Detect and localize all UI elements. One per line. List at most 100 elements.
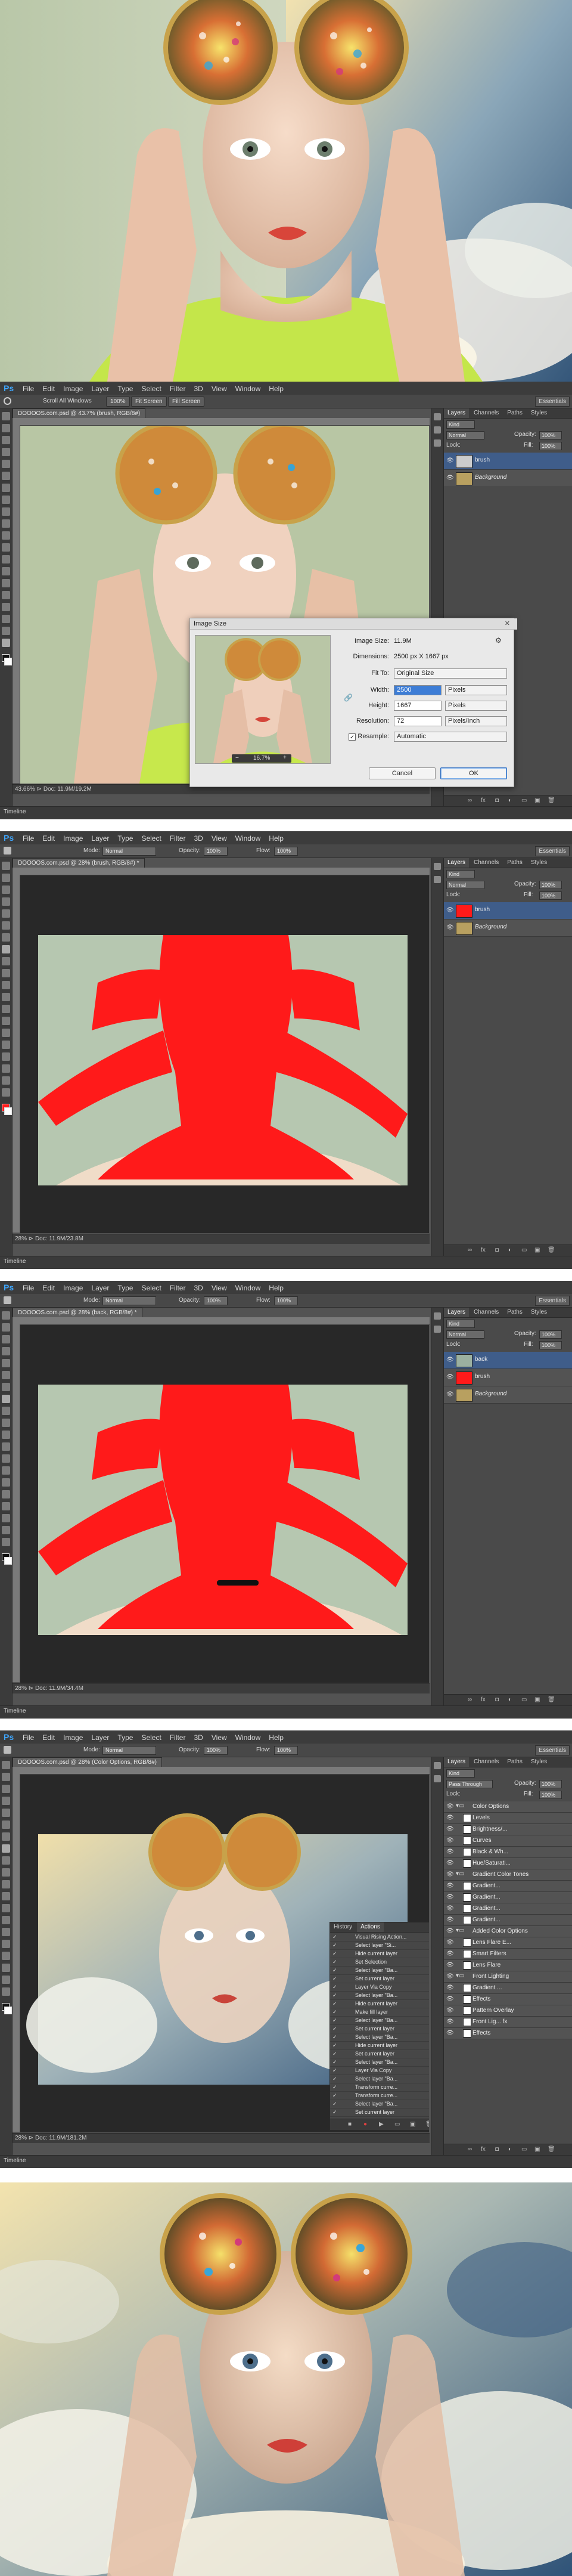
crop-tool-icon[interactable] bbox=[2, 460, 10, 468]
close-icon[interactable]: ✕ bbox=[505, 620, 510, 627]
lasso-tool-icon[interactable] bbox=[2, 436, 10, 444]
blur-tool-icon[interactable] bbox=[2, 555, 10, 564]
pen-tool-icon[interactable] bbox=[2, 1478, 10, 1487]
quick-select-tool-icon[interactable] bbox=[2, 1347, 10, 1355]
check-icon[interactable]: ✓ bbox=[332, 2076, 337, 2082]
menu-view[interactable]: View bbox=[212, 1284, 227, 1292]
resolution-unit-select[interactable]: Pixels/Inch bbox=[445, 716, 507, 726]
hand-tool-icon[interactable] bbox=[2, 1076, 10, 1085]
width-input[interactable]: 2500 bbox=[394, 685, 442, 695]
eye-icon[interactable]: 👁 bbox=[446, 1883, 454, 1889]
check-icon[interactable]: ✓ bbox=[332, 2059, 337, 2066]
width-unit-select[interactable]: Pixels bbox=[445, 685, 507, 695]
folder-icon[interactable]: ▭ bbox=[521, 1247, 527, 1253]
lasso-tool-icon[interactable] bbox=[2, 886, 10, 894]
eyedropper-tool-icon[interactable] bbox=[2, 472, 10, 480]
marquee-tool-icon[interactable] bbox=[2, 1323, 10, 1332]
eye-icon[interactable]: 👁 bbox=[446, 1962, 454, 1968]
trash-icon[interactable]: 🗑 bbox=[425, 2121, 429, 2128]
fx-icon[interactable]: fx bbox=[481, 797, 486, 804]
new-action-icon[interactable]: ▣ bbox=[410, 2121, 415, 2128]
check-icon[interactable]: ✓ bbox=[332, 1976, 337, 1982]
lasso-tool-icon[interactable] bbox=[2, 1335, 10, 1343]
eye-icon[interactable]: 👁 bbox=[446, 1849, 454, 1855]
menu-3d[interactable]: 3D bbox=[194, 834, 203, 843]
layer-row[interactable]: 👁 Black & Wh... bbox=[444, 1847, 572, 1858]
workspace-switcher[interactable]: Essentials bbox=[535, 1296, 570, 1306]
blur-tool-icon[interactable] bbox=[2, 1454, 10, 1463]
layer-row[interactable]: 👁 Pattern Overlay bbox=[444, 2005, 572, 2017]
action-item[interactable]: ✓ Set current layer bbox=[330, 2050, 429, 2058]
canvas[interactable] bbox=[20, 1325, 429, 1683]
eye-icon[interactable]: 👁 bbox=[446, 1803, 454, 1810]
check-icon[interactable]: ✓ bbox=[332, 1950, 337, 1957]
hand-tool-icon[interactable] bbox=[2, 627, 10, 635]
tab-channels[interactable]: Channels bbox=[470, 1757, 502, 1767]
menu-type[interactable]: Type bbox=[117, 834, 133, 843]
height-input[interactable]: 1667 bbox=[394, 701, 442, 711]
mask-icon[interactable]: ◘ bbox=[495, 2146, 499, 2153]
check-icon[interactable]: ✓ bbox=[332, 2034, 337, 2041]
action-item[interactable]: ✓ Select layer "Ba... bbox=[330, 1992, 429, 2000]
move-tool-icon[interactable] bbox=[2, 1761, 10, 1769]
link-icon[interactable]: ∞ bbox=[468, 2146, 472, 2153]
check-icon[interactable]: ✓ bbox=[332, 1934, 337, 1940]
eye-icon[interactable]: 👁 bbox=[446, 475, 454, 481]
layer-row[interactable]: 👁 brush bbox=[444, 902, 572, 919]
dodge-tool-icon[interactable] bbox=[2, 567, 10, 575]
fx-icon[interactable]: fx bbox=[481, 1247, 486, 1253]
menu-image[interactable]: Image bbox=[63, 1284, 83, 1292]
eye-icon[interactable]: 👁 bbox=[446, 1905, 454, 1912]
fill-field[interactable]: 100% bbox=[539, 1341, 562, 1349]
new-layer-icon[interactable]: ▣ bbox=[534, 2146, 540, 2153]
zoom-tool-icon[interactable] bbox=[2, 1538, 10, 1546]
menu-image[interactable]: Image bbox=[63, 834, 83, 843]
shape-tool-icon[interactable] bbox=[2, 1064, 10, 1073]
gear-icon[interactable]: ⚙ bbox=[495, 636, 502, 645]
layer-group-row[interactable]: 👁 ▾▭ Front Lighting bbox=[444, 1971, 572, 1983]
action-item[interactable]: ✓ Set current layer bbox=[330, 2109, 429, 2117]
eye-icon[interactable]: 👁 bbox=[446, 1357, 454, 1363]
properties-icon[interactable] bbox=[434, 426, 441, 434]
layer-row[interactable]: 👁 brush bbox=[444, 1369, 572, 1386]
action-item[interactable]: ✓ Select layer "Ba... bbox=[330, 1967, 429, 1975]
check-icon[interactable]: ✓ bbox=[332, 2051, 337, 2057]
timeline-tab[interactable]: Timeline bbox=[4, 1258, 26, 1265]
action-item[interactable]: ✓ Hide current layer bbox=[330, 1950, 429, 1958]
link-icon[interactable]: ∞ bbox=[468, 1696, 472, 1703]
menu-3d[interactable]: 3D bbox=[194, 1284, 203, 1292]
cancel-button[interactable]: Cancel bbox=[369, 767, 436, 779]
properties-icon[interactable] bbox=[434, 1326, 441, 1333]
menu-edit[interactable]: Edit bbox=[42, 1284, 55, 1292]
check-icon[interactable]: ✓ bbox=[332, 2101, 337, 2107]
action-item[interactable]: ✓ Select layer "Ba... bbox=[330, 2058, 429, 2067]
tab-styles[interactable]: Styles bbox=[527, 858, 551, 868]
menu-edit[interactable]: Edit bbox=[42, 385, 55, 393]
check-icon[interactable]: ✓ bbox=[332, 1984, 337, 1990]
healing-tool-icon[interactable] bbox=[2, 933, 10, 942]
menu-select[interactable]: Select bbox=[141, 385, 161, 393]
menu-window[interactable]: Window bbox=[235, 1284, 261, 1292]
layer-row[interactable]: 👁 Background bbox=[444, 1386, 572, 1404]
document-tab[interactable]: DOOOOS.com.psd @ 28% (back, RGB/8#) * bbox=[13, 1308, 142, 1317]
trash-icon[interactable]: 🗑 bbox=[548, 1247, 555, 1253]
eraser-tool-icon[interactable] bbox=[2, 981, 10, 989]
shape-tool-icon[interactable] bbox=[2, 1964, 10, 1972]
action-item[interactable]: ✓ Select layer "Ba... bbox=[330, 2033, 429, 2042]
tab-styles[interactable]: Styles bbox=[527, 1308, 551, 1317]
layer-row[interactable]: 👁 brush bbox=[444, 453, 572, 470]
type-tool-icon[interactable] bbox=[2, 591, 10, 599]
tab-paths[interactable]: Paths bbox=[503, 1757, 526, 1767]
adjustment-icon[interactable]: ◐ bbox=[508, 797, 512, 804]
mask-icon[interactable]: ◘ bbox=[495, 1696, 499, 1703]
blend-mode-select[interactable]: Pass Through bbox=[446, 1780, 493, 1788]
eye-icon[interactable]: 👁 bbox=[446, 1916, 454, 1923]
action-item[interactable]: ✓ Make fill layer bbox=[330, 2008, 429, 2017]
fill-field[interactable]: 100% bbox=[539, 1791, 562, 1799]
fill-screen-button[interactable]: Fill Screen bbox=[168, 397, 205, 407]
trash-icon[interactable]: 🗑 bbox=[548, 1696, 555, 1703]
dodge-tool-icon[interactable] bbox=[2, 1017, 10, 1025]
blend-mode-select[interactable]: Normal bbox=[446, 1330, 484, 1339]
history-brush-tool-icon[interactable] bbox=[2, 519, 10, 528]
new-layer-icon[interactable]: ▣ bbox=[534, 1247, 540, 1253]
